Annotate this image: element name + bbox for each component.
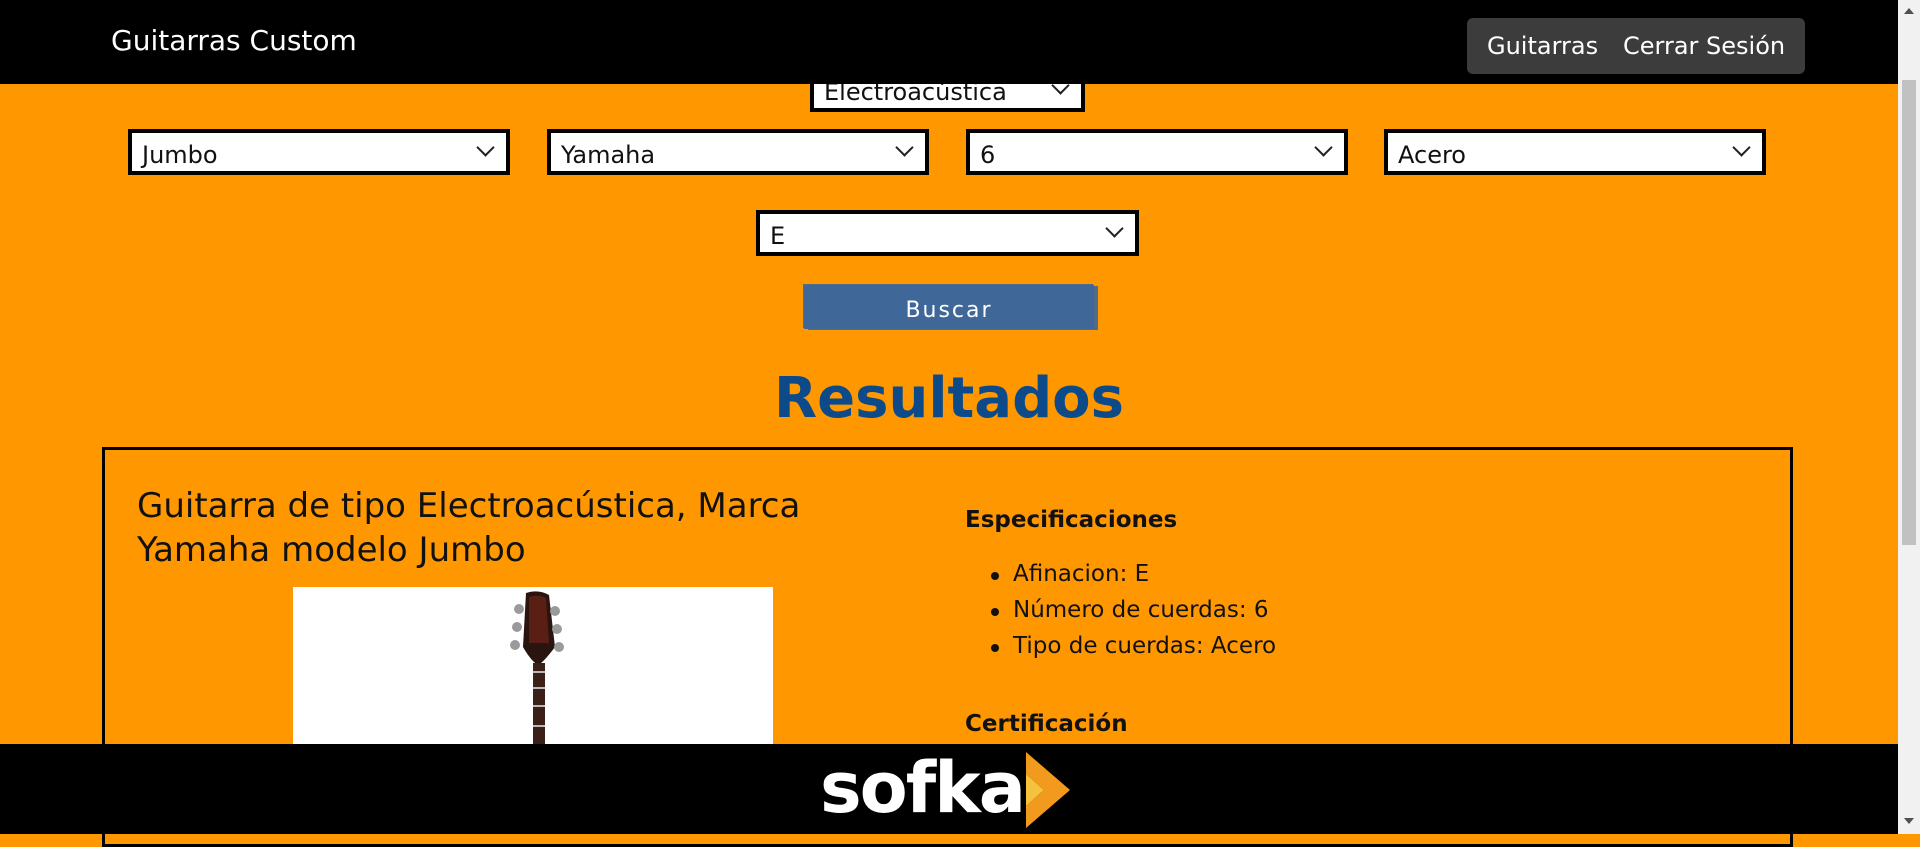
brand-title[interactable]: Guitarras Custom [111,24,357,57]
modelo-select-value: Jumbo [142,141,218,169]
specs-list: Afinacion: E Número de cuerdas: 6 Tipo d… [990,561,1276,669]
logo-arrow-icon [1026,752,1070,828]
afinacion-select-value: E [770,222,786,250]
vertical-scrollbar[interactable] [1898,0,1920,834]
tipo-cuerdas-select[interactable]: Acero [1384,129,1766,175]
search-button[interactable]: Buscar [804,285,1094,329]
specs-heading: Especificaciones [965,507,1178,533]
navbar: Guitarras Custom Guitarras Cerrar Sesión [0,0,1898,84]
tipo-cuerdas-select-value: Acero [1398,141,1466,169]
scroll-down-icon[interactable] [1904,818,1914,824]
chevron-down-icon [476,138,495,157]
scrollbar-thumb[interactable] [1902,80,1916,545]
certification-heading: Certificación [965,711,1128,737]
guitar-image [293,587,773,747]
spec-item-tipo-cuerdas: Tipo de cuerdas: Acero [990,633,1276,669]
footer: sofka [0,744,1898,834]
nav-logout-button[interactable]: Cerrar Sesión [1603,18,1806,74]
chevron-down-icon [1732,138,1751,157]
chevron-down-icon [895,138,914,157]
spec-item-afinacion: Afinacion: E [990,561,1276,597]
chevron-down-icon [1105,219,1124,238]
logo-text: sofka [820,747,1026,829]
spec-item-numero-cuerdas: Número de cuerdas: 6 [990,597,1276,633]
chevron-down-icon [1314,138,1333,157]
sofka-logo: sofka [820,750,1080,830]
afinacion-select[interactable]: E [756,210,1139,256]
nav-guitarras-button[interactable]: Guitarras [1467,18,1619,74]
guitar-headstock-icon [510,591,564,747]
result-card-title: Guitarra de tipo Electroacústica, Marca … [137,486,801,570]
numero-cuerdas-select[interactable]: 6 [966,129,1348,175]
scroll-up-icon[interactable] [1904,8,1914,14]
marca-select-value: Yamaha [561,141,656,169]
results-title: Resultados [774,366,1124,431]
modelo-select[interactable]: Jumbo [128,129,510,175]
numero-cuerdas-select-value: 6 [980,141,996,169]
marca-select[interactable]: Yamaha [547,129,929,175]
